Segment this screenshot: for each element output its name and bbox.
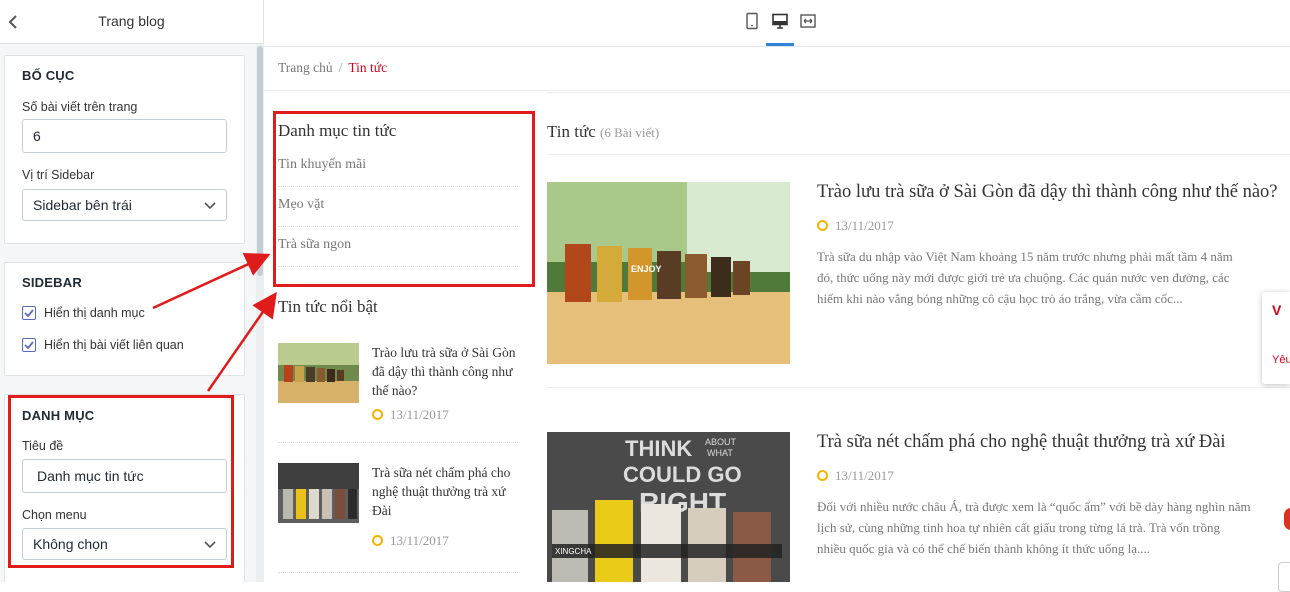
excerpt-line: nhiều quốc gia và có thể chế biến thành … xyxy=(817,541,1151,556)
sidebar-position-label: Vị trí Sidebar xyxy=(22,168,95,182)
post-image[interactable]: ENJOY xyxy=(547,182,790,364)
breadcrumb-home[interactable]: Trang chủ xyxy=(278,60,333,75)
wall-text: THINK xyxy=(625,436,692,461)
active-device-indicator xyxy=(766,43,794,46)
post-title[interactable]: Trào lưu trà sữa ở Sài Gòn đã dậy thì th… xyxy=(817,182,1278,203)
divider xyxy=(547,92,1290,93)
post-title[interactable]: Trà sữa nét chấm phá cho nghệ thuật thưở… xyxy=(817,432,1226,453)
checkmark-icon xyxy=(24,309,34,318)
posts-per-page-label: Số bài viết trên trang xyxy=(22,100,138,114)
show-related-posts-checkbox[interactable] xyxy=(22,338,36,352)
excerpt-line: Trà sữa du nhập vào Việt Nam khoảng 15 n… xyxy=(817,249,1233,264)
blog-post: ENJOY Trào lưu trà sữa ở Sài Gòn đã dậy … xyxy=(547,182,1290,372)
post-date-text: 13/11/2017 xyxy=(835,218,894,233)
chat-badge[interactable] xyxy=(1284,508,1290,530)
clock-icon xyxy=(372,535,383,546)
show-categories-checkbox[interactable] xyxy=(22,306,36,320)
blog-title: Tin tức (6 Bài viết) xyxy=(547,122,659,142)
featured-post[interactable]: Trà sữa nét chấm phá cho nghệ thuật thưở… xyxy=(278,463,520,573)
featured-post-date-text: 13/11/2017 xyxy=(390,533,449,548)
cup-print-text: ENJOY xyxy=(631,264,662,274)
post-date-text: 13/11/2017 xyxy=(835,468,894,483)
breadcrumb-current: Tin tức xyxy=(348,60,388,75)
featured-title: Tin tức nổi bật xyxy=(278,297,378,316)
featured-post-title[interactable]: Trà sữa nét chấm phá cho nghệ thuật thưở… xyxy=(372,463,520,520)
sidebar-position-select[interactable]: Sidebar bên trái xyxy=(22,189,227,221)
bubble-tea-cups-photo: ENJOY xyxy=(547,182,790,364)
checkmark-icon xyxy=(24,341,34,350)
chevron-down-icon xyxy=(204,202,216,210)
posts-per-page-input[interactable]: 6 xyxy=(22,119,227,153)
wall-text: COULD GO xyxy=(623,462,742,487)
tablet-icon[interactable] xyxy=(743,12,761,30)
clock-icon xyxy=(817,220,828,231)
post-excerpt: Trà sữa du nhập vào Việt Nam khoảng 15 n… xyxy=(817,246,1290,309)
post-image[interactable]: THINK ABOUT WHAT COULD GO RIGHT XINGCHA xyxy=(547,432,790,582)
divider xyxy=(547,154,1290,155)
cup-print-text: XINGCHA xyxy=(555,547,592,556)
breadcrumb-separator: / xyxy=(338,60,343,75)
sidebar-heading: SIDEBAR xyxy=(22,275,82,290)
sidebar-section: SIDEBAR Hiển thị danh mục Hiển thị bài v… xyxy=(4,262,245,376)
featured-thumbnail[interactable] xyxy=(278,343,359,403)
sidebar-position-value: Sidebar bên trái xyxy=(33,197,132,213)
post-date: 13/11/2017 xyxy=(817,468,894,484)
featured-thumbnail[interactable] xyxy=(278,463,359,523)
divider xyxy=(547,387,1290,388)
post-date: 13/11/2017 xyxy=(817,218,894,234)
blog-post: THINK ABOUT WHAT COULD GO RIGHT XINGCHA … xyxy=(547,432,1290,582)
blog-title-text: Tin tức xyxy=(547,122,596,141)
post-excerpt: Đối với nhiều nước châu Á, trà được xem … xyxy=(817,496,1290,559)
show-related-posts-label: Hiển thị bài viết liên quan xyxy=(44,338,184,352)
excerpt-line: hiếm khi nào vắng bóng những cô cậu học … xyxy=(817,291,1183,306)
fullwidth-icon[interactable] xyxy=(799,12,817,30)
layout-section: BỐ CỤC Số bài viết trên trang 6 Vị trí S… xyxy=(4,55,245,244)
featured-post-date: 13/11/2017 xyxy=(372,533,449,549)
bubble-tea-cups-photo xyxy=(278,343,359,403)
editor-header: Trang blog xyxy=(0,0,263,44)
featured-post-title[interactable]: Trào lưu trà sữa ở Sài Gòn đã dậy thì th… xyxy=(372,343,520,400)
excerpt-line: đó, thức uống này mới được giới trẻ ưa c… xyxy=(817,270,1230,285)
clock-icon xyxy=(372,409,383,420)
featured-post[interactable]: Trào lưu trà sữa ở Sài Gòn đã dậy thì th… xyxy=(278,343,520,443)
bubble-tea-cups-photo: THINK ABOUT WHAT COULD GO RIGHT XINGCHA xyxy=(547,432,790,582)
excerpt-line: lịch sử, cùng những tinh hoa tự nhiên cấ… xyxy=(817,520,1220,535)
wall-text: WHAT xyxy=(707,448,733,458)
device-toolbar xyxy=(264,0,1290,47)
excerpt-line: Đối với nhiều nước châu Á, trà được xem … xyxy=(817,499,1251,514)
editor-scrollbar-thumb[interactable] xyxy=(257,46,263,276)
featured-post-date-text: 13/11/2017 xyxy=(390,407,449,422)
floating-popup[interactable]: V Yêu xyxy=(1262,292,1290,384)
divider xyxy=(264,90,1290,91)
annotation-box-categories xyxy=(273,111,535,287)
bubble-tea-cups-photo xyxy=(278,463,359,523)
editor-title: Trang blog xyxy=(98,13,165,29)
clock-icon xyxy=(817,470,828,481)
desktop-icon[interactable] xyxy=(771,12,789,30)
popup-text: Yêu xyxy=(1272,354,1290,366)
layout-heading: BỐ CỤC xyxy=(22,68,75,83)
wall-text: ABOUT xyxy=(705,437,737,447)
post-count: (6 Bài viết) xyxy=(600,125,660,140)
show-categories-label: Hiển thị danh mục xyxy=(44,306,145,320)
breadcrumb: Trang chủ / Tin tức xyxy=(278,60,387,76)
annotation-box-category-settings xyxy=(8,395,234,568)
popup-text: V xyxy=(1272,302,1282,318)
chat-widget[interactable] xyxy=(1278,562,1290,592)
featured-post-date: 13/11/2017 xyxy=(372,407,449,423)
